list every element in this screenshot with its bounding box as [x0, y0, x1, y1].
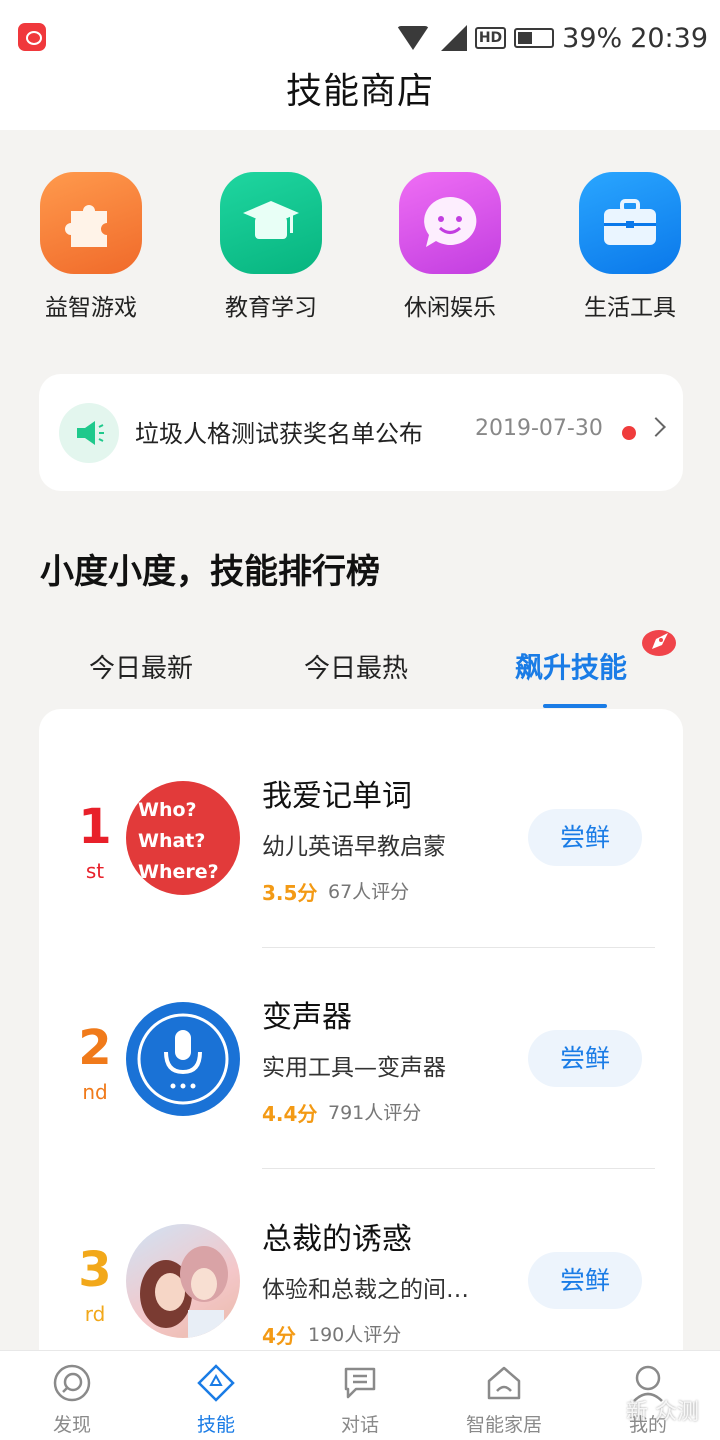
app-notification-icon [18, 23, 46, 51]
category-label: 休闲娱乐 [404, 295, 496, 321]
category-entertainment[interactable]: 休闲娱乐 [380, 172, 520, 322]
thumbnail-text: What? [138, 830, 206, 852]
thumbnail-text: Who? [138, 799, 197, 821]
tab-today-newest[interactable]: 今日最新 [89, 648, 193, 685]
page-title: 技能商店 [285, 71, 434, 112]
ranking-title: 小度小度，技能排行榜 [40, 552, 380, 592]
skill-score: 4.4分 [262, 1102, 318, 1126]
graduation-cap-icon [220, 172, 322, 274]
list-item[interactable]: 1 st Who? What? Where? 我爱记单词 幼儿英语早教启蒙 3.… [39, 759, 683, 981]
skill-name: 我爱记单词 [262, 779, 412, 814]
try-button[interactable]: 尝鲜 [528, 1030, 642, 1087]
smart-home-icon [487, 1366, 521, 1400]
chat-icon [344, 1367, 376, 1399]
try-button[interactable]: 尝鲜 [528, 1252, 642, 1309]
clock: 20:39 [630, 22, 708, 54]
announcement-date: 2019-07-30 [475, 416, 603, 441]
divider [262, 947, 655, 948]
battery-level: 39% [562, 22, 623, 54]
nav-label: 发现 [52, 1414, 91, 1436]
wifi-icon [396, 26, 429, 50]
category-life-tools[interactable]: 生活工具 [560, 172, 700, 322]
bottom-navigation: 发现 技能 对话 智能家居 我的 [0, 1350, 720, 1440]
thumbnail-text: Where? [138, 861, 219, 883]
nav-label: 智能家居 [465, 1414, 542, 1436]
skill-thumbnail: Who? What? Where? [126, 781, 240, 895]
category-label: 教育学习 [225, 295, 317, 321]
nav-label: 技能 [196, 1414, 235, 1436]
category-label: 益智游戏 [45, 295, 137, 321]
skill-thumbnail [126, 1224, 240, 1338]
list-item[interactable]: 2 nd 变声器 实用工具—变声器 4.4分 791人评分 尝鲜 [39, 980, 683, 1202]
rank-suffix: nd [82, 1080, 108, 1104]
hd-icon: HD [474, 27, 507, 49]
announcement-card[interactable]: 垃圾人格测试获奖名单公布 2019-07-30 [39, 374, 683, 491]
rating-count: 67人评分 [328, 881, 410, 903]
skill-name: 总裁的诱惑 [262, 1222, 412, 1257]
tab-rising-skills[interactable]: 飙升技能 [515, 646, 627, 686]
rating-count: 190人评分 [308, 1324, 402, 1346]
puzzle-icon [40, 172, 142, 274]
skill-description: 体验和总裁之的间… [262, 1277, 469, 1303]
skills-icon [197, 1364, 235, 1402]
announcement-text: 垃圾人格测试获奖名单公布 [135, 420, 423, 448]
tab-today-hottest[interactable]: 今日最热 [304, 648, 408, 685]
nav-chat[interactable]: 对话 [288, 1351, 432, 1440]
skill-description: 实用工具—变声器 [262, 1055, 446, 1081]
divider [262, 1168, 655, 1169]
rank-suffix: st [85, 859, 105, 883]
category-education[interactable]: 教育学习 [201, 172, 341, 322]
rocket-icon [642, 630, 676, 656]
rank-number: 3 [78, 1242, 112, 1298]
nav-label: 对话 [340, 1414, 379, 1436]
try-button[interactable]: 尝鲜 [528, 809, 642, 866]
skill-score: 4分 [262, 1324, 296, 1348]
active-tab-indicator [543, 704, 607, 708]
unread-dot [622, 426, 636, 440]
skill-score: 3.5分 [262, 881, 318, 905]
rating-count: 791人评分 [328, 1102, 422, 1124]
category-puzzle-games[interactable]: 益智游戏 [21, 172, 161, 322]
skill-name: 变声器 [262, 1000, 352, 1035]
ranking-list: 1 st Who? What? Where? 我爱记单词 幼儿英语早教启蒙 3.… [39, 709, 683, 1409]
microphone-icon [126, 1002, 240, 1116]
briefcase-icon [579, 172, 681, 274]
category-label: 生活工具 [584, 295, 676, 321]
rank-number: 2 [78, 1020, 112, 1076]
nav-discover[interactable]: 发现 [0, 1351, 144, 1440]
chevron-right-icon [646, 417, 666, 437]
nav-smart-home[interactable]: 智能家居 [432, 1351, 576, 1440]
megaphone-icon [59, 403, 119, 463]
smiley-chat-icon [399, 172, 501, 274]
battery-icon [514, 28, 555, 48]
skill-description: 幼儿英语早教启蒙 [262, 834, 446, 860]
discover-icon [53, 1364, 91, 1402]
rank-number: 1 [78, 799, 112, 855]
status-bar: HD 39% 20:39 [396, 18, 708, 58]
watermark: 新 众测 [626, 1400, 699, 1425]
rank-suffix: rd [84, 1302, 106, 1326]
nav-skills[interactable]: 技能 [144, 1351, 288, 1440]
signal-icon [440, 25, 467, 51]
